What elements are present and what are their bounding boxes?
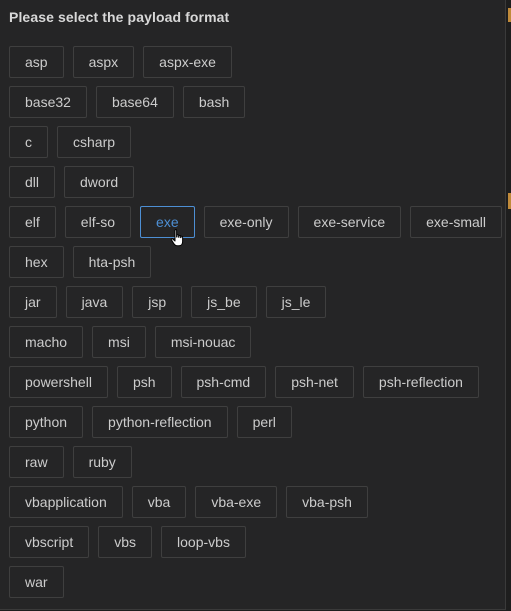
format-option-raw[interactable]: raw [9, 446, 64, 478]
format-row: powershell psh psh-cmd psh-net psh-reflectio… [9, 366, 504, 398]
format-row: jar java jsp js_be js_le [9, 286, 504, 318]
format-row: c csharp [9, 126, 504, 158]
format-option-hta-psh[interactable]: hta-psh [72, 246, 152, 278]
format-option-c[interactable]: c [9, 126, 48, 158]
format-option-psh-reflection[interactable]: psh-reflection [362, 366, 479, 398]
format-row: vbapplication vba vba-exe vba-psh [9, 486, 504, 518]
background-window-edge [506, 0, 511, 611]
format-option-ruby[interactable]: ruby [72, 446, 132, 478]
format-option-csharp[interactable]: csharp [57, 126, 132, 158]
format-options-grid: asp aspx aspx-exe base32 base64 bash c csharp dl… [9, 46, 504, 606]
format-row: dll dword [9, 166, 504, 198]
format-option-msi[interactable]: msi [92, 326, 146, 358]
format-option-base32[interactable]: base32 [9, 86, 87, 118]
format-option-exe-service[interactable]: exe-service [297, 206, 402, 238]
format-option-js-be[interactable]: js_be [191, 286, 257, 318]
payload-format-dialog: Please select the payload format asp aspx… [0, 0, 506, 610]
format-option-war[interactable]: war [9, 566, 64, 598]
format-option-exe-small[interactable]: exe-small [410, 206, 503, 238]
format-option-perl[interactable]: perl [236, 406, 292, 438]
format-option-vba[interactable]: vba [131, 486, 187, 518]
format-option-psh-net[interactable]: psh-net [275, 366, 354, 398]
format-option-aspx-exe[interactable]: aspx-exe [143, 46, 232, 78]
format-option-psh[interactable]: psh [116, 366, 172, 398]
format-option-loop-vbs[interactable]: loop-vbs [161, 526, 246, 558]
format-option-dword[interactable]: dword [64, 166, 135, 198]
format-option-bash[interactable]: bash [182, 86, 246, 118]
format-option-jar[interactable]: jar [9, 286, 57, 318]
format-option-elf-so[interactable]: elf-so [64, 206, 132, 238]
format-option-aspx[interactable]: aspx [72, 46, 135, 78]
format-row: raw ruby [9, 446, 504, 478]
format-option-vbscript[interactable]: vbscript [9, 526, 90, 558]
format-option-hex[interactable]: hex [9, 246, 64, 278]
format-option-python[interactable]: python [9, 406, 84, 438]
format-row: war [9, 566, 504, 598]
format-option-macho[interactable]: macho [9, 326, 84, 358]
format-row: elf elf-so exe exe-only exe-service exe-small [9, 206, 504, 238]
format-option-java[interactable]: java [65, 286, 124, 318]
format-row: python python-reflection perl [9, 406, 504, 438]
format-option-msi-nouac[interactable]: msi-nouac [154, 326, 252, 358]
format-option-python-reflection[interactable]: python-reflection [92, 406, 228, 438]
format-option-elf[interactable]: elf [9, 206, 56, 238]
format-option-powershell[interactable]: powershell [9, 366, 108, 398]
format-row: macho msi msi-nouac [9, 326, 504, 358]
format-option-jsp[interactable]: jsp [132, 286, 183, 318]
dialog-title: Please select the payload format [9, 9, 230, 25]
format-option-exe-only[interactable]: exe-only [203, 206, 289, 238]
format-row: hex hta-psh [9, 246, 504, 278]
format-option-vba-psh[interactable]: vba-psh [286, 486, 368, 518]
format-row: base32 base64 bash [9, 86, 504, 118]
format-option-vba-exe[interactable]: vba-exe [195, 486, 278, 518]
format-option-dll[interactable]: dll [9, 166, 56, 198]
format-option-asp[interactable]: asp [9, 46, 64, 78]
format-row: vbscript vbs loop-vbs [9, 526, 504, 558]
format-option-vbapplication[interactable]: vbapplication [9, 486, 123, 518]
format-option-js-le[interactable]: js_le [265, 286, 327, 318]
format-option-psh-cmd[interactable]: psh-cmd [180, 366, 267, 398]
format-option-exe[interactable]: exe [140, 206, 195, 238]
format-option-base64[interactable]: base64 [95, 86, 174, 118]
format-row: asp aspx aspx-exe [9, 46, 504, 78]
format-option-vbs[interactable]: vbs [98, 526, 153, 558]
